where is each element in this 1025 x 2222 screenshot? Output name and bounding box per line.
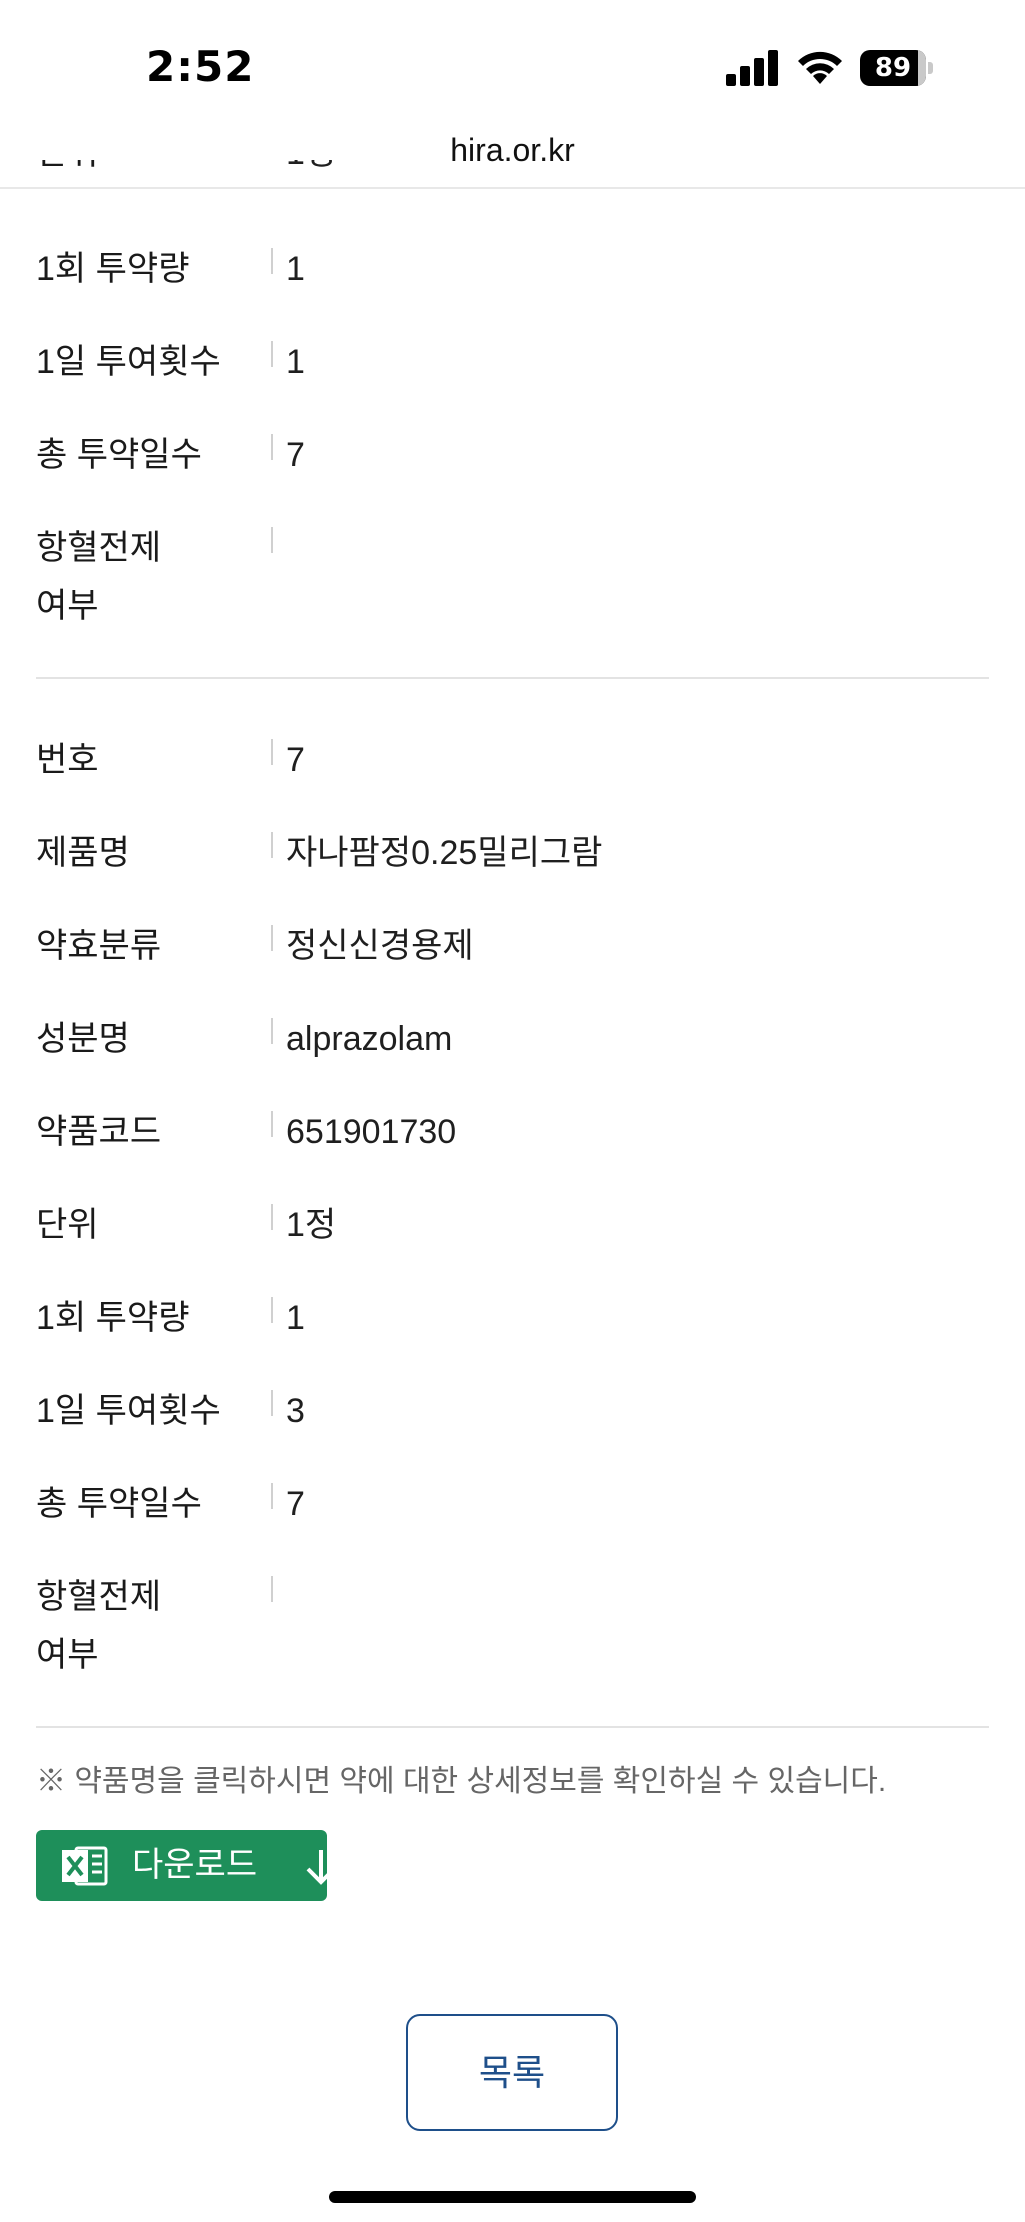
row-label: 1회 투약량 — [36, 1299, 190, 1337]
status-time: 2:52 — [146, 42, 255, 91]
row-separator — [271, 527, 273, 553]
row-value: 7 — [286, 741, 305, 779]
row-value: 7 — [286, 436, 305, 474]
row-separator — [271, 1576, 273, 1602]
row-value: 1정 — [286, 160, 336, 182]
section-divider — [36, 1726, 989, 1728]
page: 2:52 89 hira.or.kr 단위 1정 1회 투약량 1 1일 투여횟… — [0, 0, 1025, 2222]
row-separator — [271, 1204, 273, 1230]
product-name-link[interactable]: 자나팜정0.25밀리그람 — [286, 824, 602, 882]
row-separator — [271, 1018, 273, 1044]
home-indicator[interactable] — [329, 2191, 696, 2203]
wifi-icon — [798, 51, 842, 84]
row-separator — [271, 434, 273, 460]
row-separator — [271, 925, 273, 951]
row-value: 정신신경용제 — [286, 927, 474, 965]
row-separator — [271, 1483, 273, 1509]
row-label: 항혈전제 여부 — [36, 1578, 162, 1674]
battery-icon: 89 — [860, 50, 934, 86]
row-separator — [271, 739, 273, 765]
arrow-down-icon — [306, 1850, 336, 1885]
row-value: 3 — [286, 1392, 305, 1430]
row-separator — [271, 1111, 273, 1137]
row-label: 1일 투여횟수 — [36, 343, 221, 381]
row-label: 총 투약일수 — [36, 436, 202, 474]
row-label: 성분명 — [36, 1020, 130, 1058]
row-label: 총 투약일수 — [36, 1485, 202, 1523]
clipped-row: 단위 1정 — [0, 160, 1025, 188]
row-label: 단위 — [36, 160, 99, 182]
row-separator — [271, 341, 273, 367]
row-value: alprazolam — [286, 1020, 453, 1058]
download-label: 다운로드 — [132, 1846, 258, 1884]
notice-text: ※ 약품명을 클릭하시면 약에 대한 상세정보를 확인하실 수 있습니다. — [36, 1765, 887, 1798]
row-label: 약품코드 — [36, 1113, 162, 1151]
list-button[interactable]: 목록 — [406, 2014, 618, 2131]
battery-level: 89 — [874, 53, 912, 83]
row-value: 7 — [286, 1485, 305, 1523]
row-label: 항혈전제 여부 — [36, 529, 162, 625]
row-separator — [271, 1297, 273, 1323]
status-bar: 2:52 89 hira.or.kr — [0, 0, 1025, 168]
row-value: 1 — [286, 343, 305, 381]
row-value: 1 — [286, 1299, 305, 1337]
row-separator — [271, 1390, 273, 1416]
row-separator — [271, 832, 273, 858]
cellular-signal-icon — [726, 50, 780, 86]
row-separator — [271, 248, 273, 274]
download-button[interactable]: 다운로드 — [36, 1830, 336, 1901]
row-label: 제품명 — [36, 834, 130, 872]
section-divider — [36, 677, 989, 679]
row-value: 651901730 — [286, 1113, 457, 1151]
row-label: 1일 투여횟수 — [36, 1392, 221, 1430]
excel-icon — [62, 1846, 108, 1886]
row-label: 1회 투약량 — [36, 250, 190, 288]
row-label: 약효분류 — [36, 927, 162, 965]
row-value: 1 — [286, 250, 305, 288]
row-value: 1정 — [286, 1206, 337, 1244]
row-label: 단위 — [36, 1206, 99, 1244]
row-label: 번호 — [36, 741, 99, 779]
